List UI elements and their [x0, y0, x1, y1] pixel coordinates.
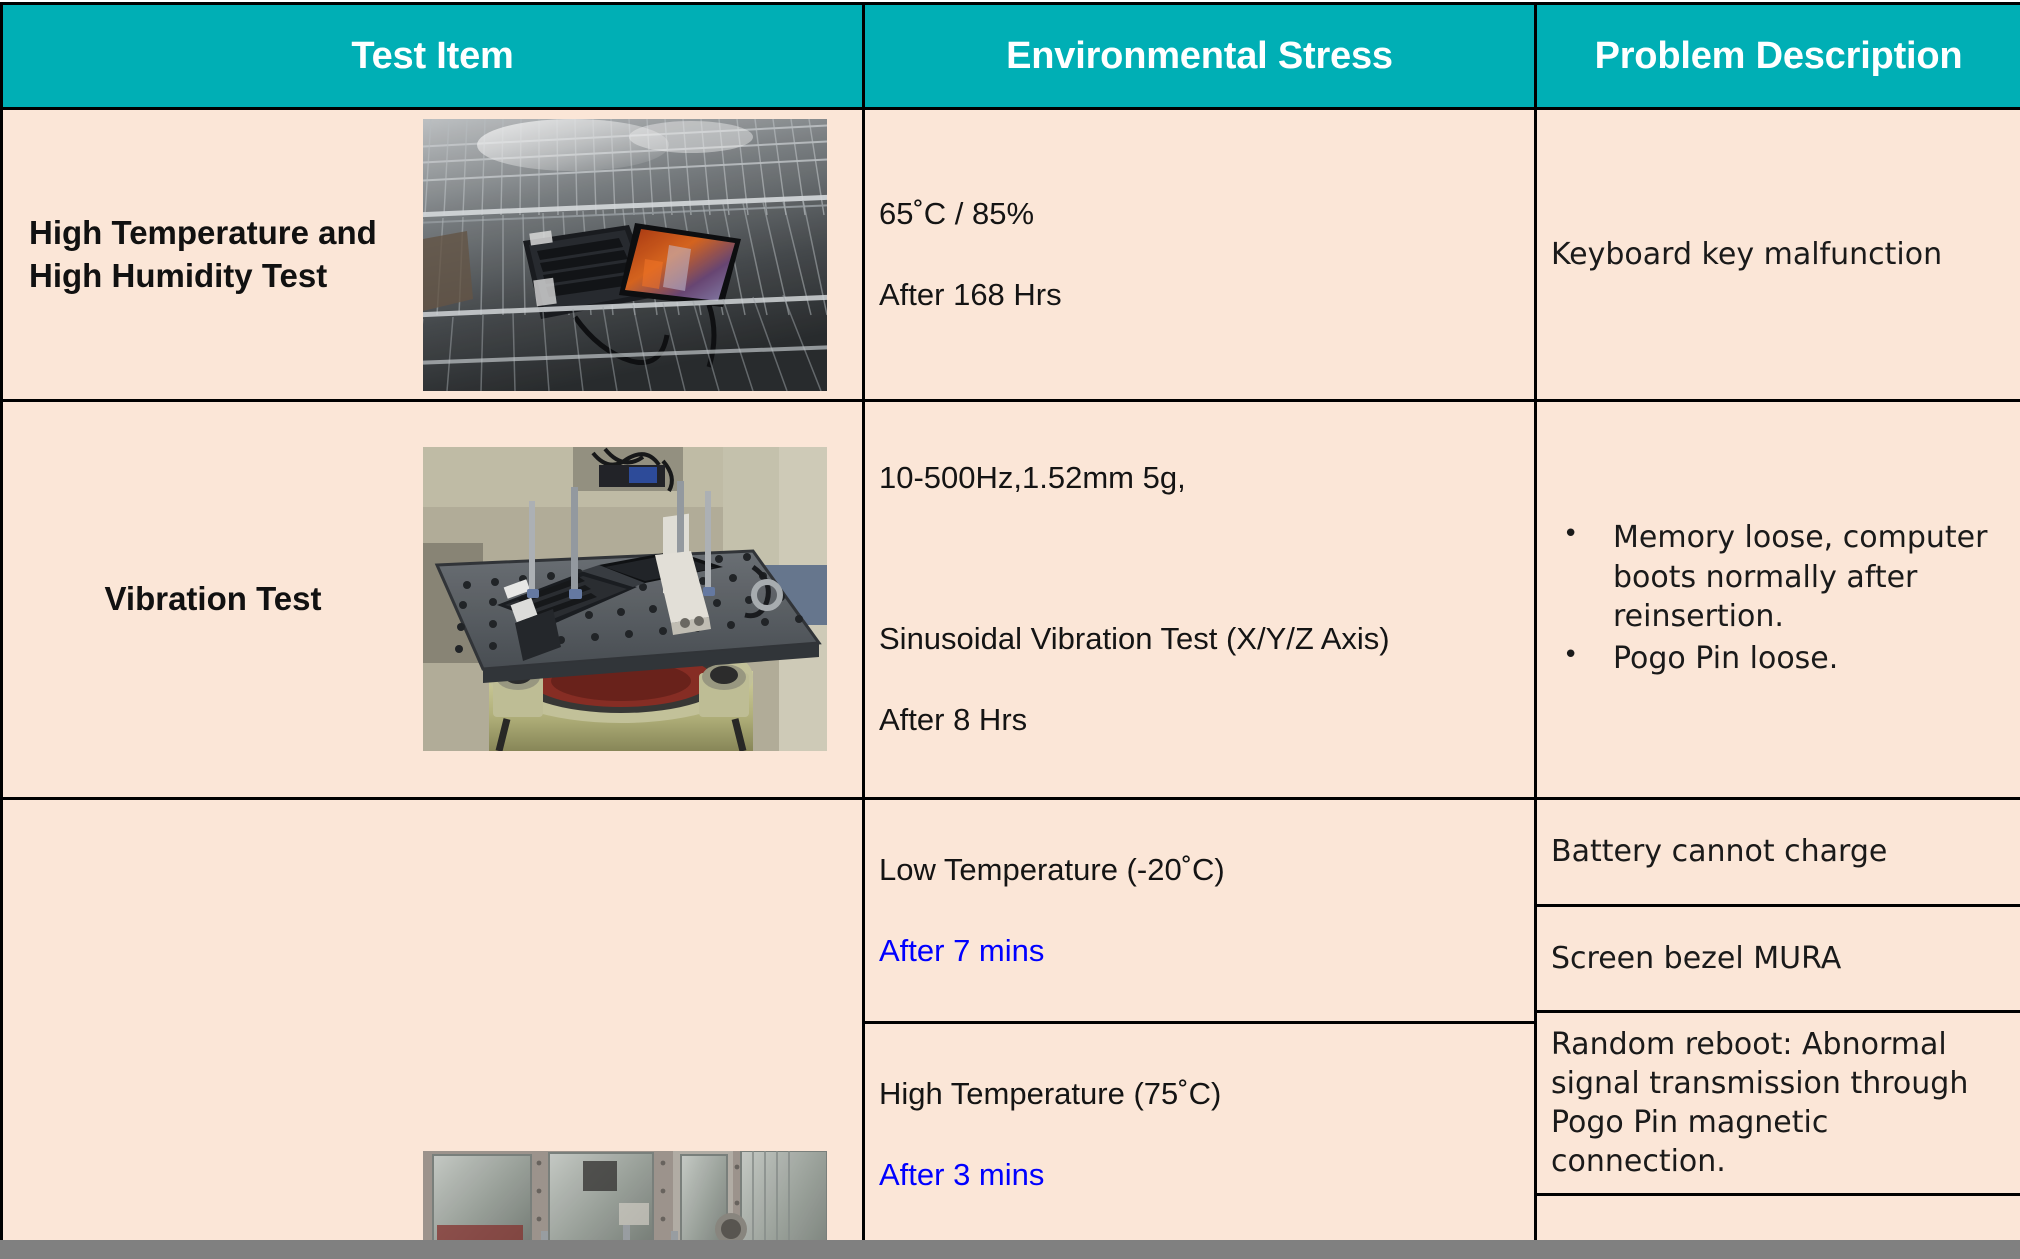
- problem-description-text: Battery cannot charge: [1551, 834, 1888, 870]
- stress-lines-halt-low-temperature: Low Temperature (-20˚C) After 7 mins: [865, 800, 1534, 1021]
- table-row: High Temperature and High Humidity Test: [0, 107, 2020, 402]
- problem-description-text: Random reboot: Abnormal signal transmiss…: [1551, 1027, 1969, 1180]
- table-row: Vibration Test 10-500Hz,1.52mm 5g, Sinus…: [0, 399, 2020, 800]
- table-body: High Temperature and High Humidity Test: [0, 107, 2020, 1259]
- stress-line: Low Temperature (-20˚C): [879, 851, 1225, 887]
- photo-wrapper-vibration-shaker: [423, 447, 827, 752]
- subcell-stress-low-temperature: Low Temperature (-20˚C) After 7 mins: [865, 799, 1534, 1023]
- stress-line: High Temperature (75˚C): [879, 1076, 1222, 1112]
- test-item-label-high-temp-high-humidity: High Temperature and High Humidity Test: [29, 214, 377, 294]
- cell-test-item-halt-test: HALT Test: [0, 796, 865, 1259]
- stress-line-highlight: After 7 mins: [879, 932, 1045, 968]
- test-item-label-vibration-test: Vibration Test: [104, 580, 322, 618]
- subcell-problem-random-vibration: Random reboot: Abnormal signal transmiss…: [1537, 1010, 2020, 1195]
- list-item: Pogo Pin loose.: [1549, 637, 2006, 679]
- halt-problem-subrow-high-temperature: Screen bezel MURA: [1537, 904, 2020, 1012]
- halt-problem-subrow-low-temperature: Battery cannot charge: [1537, 799, 2020, 906]
- vibration-shaker-table-laptop-photo: [423, 447, 827, 752]
- cell-environmental-stress-high-temp-high-humidity: 65˚C / 85% After 168 Hrs: [862, 107, 1537, 402]
- table-header: Test Item Environmental Stress Problem D…: [0, 2, 2020, 110]
- reliability-test-results-table: Test Item Environmental Stress Problem D…: [0, 2, 2020, 1259]
- halt-problem-subtable: Battery cannot charge Screen bezel MURA …: [1537, 799, 2020, 1259]
- footer-bar: [0, 1240, 2020, 1259]
- humidity-chamber-wire-shelf-laptop-photo: [423, 118, 827, 391]
- stress-line: 65˚C / 85%: [879, 196, 1035, 232]
- list-item: Memory loose, computer boots normally af…: [1549, 516, 2006, 637]
- column-header-environmental-stress: Environmental Stress: [862, 2, 1537, 110]
- cell-test-item-vibration-test: Vibration Test: [0, 399, 865, 800]
- stress-line-highlight: After 3 mins: [879, 1157, 1045, 1193]
- cell-problem-description-vibration-test: Memory loose, computer boots normally af…: [1534, 399, 2020, 800]
- column-header-problem-description: Problem Description: [1534, 2, 2020, 110]
- stress-lines-high-temp-high-humidity: 65˚C / 85% After 168 Hrs: [865, 138, 1534, 371]
- problem-description-list: Memory loose, computer boots normally af…: [1537, 508, 2020, 690]
- stress-line: 10-500Hz,1.52mm 5g,: [879, 460, 1186, 496]
- cell-problem-description-halt-test: Battery cannot charge Screen bezel MURA …: [1534, 796, 2020, 1259]
- cell-environmental-stress-halt-test: Low Temperature (-20˚C) After 7 mins Hig…: [862, 796, 1537, 1259]
- stress-line-spacer: [879, 539, 1534, 579]
- cell-problem-description-high-temp-high-humidity: Keyboard key malfunction: [1534, 107, 2020, 402]
- halt-subrow-low-temperature: Low Temperature (-20˚C) After 7 mins: [865, 799, 1534, 1023]
- header-row: Test Item Environmental Stress Problem D…: [0, 2, 2020, 110]
- slide-canvas: Test Item Environmental Stress Problem D…: [0, 0, 2020, 1259]
- photo-wrapper-humidity-chamber: [423, 118, 827, 391]
- cell-test-item-high-temp-high-humidity: High Temperature and High Humidity Test: [0, 107, 865, 402]
- stress-lines-vibration-test: 10-500Hz,1.52mm 5g, Sinusoidal Vibration…: [865, 402, 1534, 797]
- problem-description-text: Screen bezel MURA: [1551, 941, 1842, 977]
- column-header-test-item: Test Item: [0, 2, 865, 110]
- halt-subrow-high-temperature: High Temperature (75˚C) After 3 mins: [865, 1021, 1534, 1248]
- halt-stress-subtable: Low Temperature (-20˚C) After 7 mins Hig…: [865, 799, 1534, 1259]
- subcell-problem-high-temperature: Screen bezel MURA: [1537, 904, 2020, 1012]
- stress-line: After 8 Hrs: [879, 702, 1028, 738]
- stress-line: Sinusoidal Vibration Test (X/Y/Z Axis): [879, 621, 1390, 657]
- problem-description-text: Keyboard key malfunction: [1551, 237, 1943, 272]
- halt-problem-subrow-random-vibration: Random reboot: Abnormal signal transmiss…: [1537, 1010, 2020, 1195]
- table-row: HALT Test: [0, 796, 2020, 1259]
- stress-lines-halt-high-temperature: High Temperature (75˚C) After 3 mins: [865, 1024, 1534, 1245]
- stress-line: After 168 Hrs: [879, 276, 1062, 312]
- subcell-problem-low-temperature: Battery cannot charge: [1537, 799, 2020, 906]
- subcell-stress-high-temperature: High Temperature (75˚C) After 3 mins: [865, 1021, 1534, 1248]
- cell-environmental-stress-vibration-test: 10-500Hz,1.52mm 5g, Sinusoidal Vibration…: [862, 399, 1537, 800]
